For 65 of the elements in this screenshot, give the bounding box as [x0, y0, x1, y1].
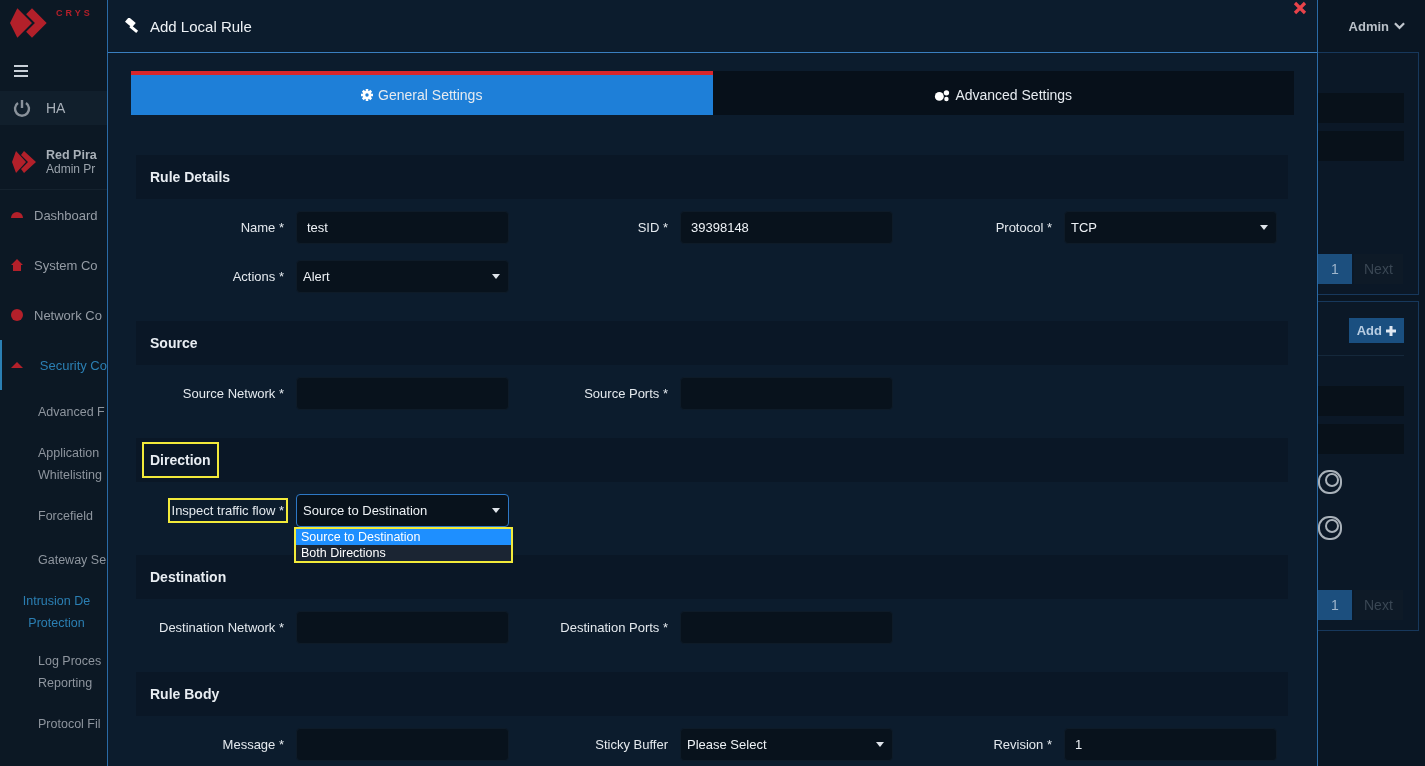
submenu-item[interactable]: Protocol Fil	[0, 702, 107, 746]
field-label: Actions *	[231, 268, 285, 286]
submenu-item[interactable]: Forcefield	[0, 494, 107, 538]
section-title: Rule Body	[149, 685, 221, 704]
select-field[interactable]: TCP	[1064, 211, 1277, 244]
tab[interactable]: Advanced Settings	[712, 71, 1294, 115]
user-menu[interactable]: Admin	[1318, 0, 1425, 52]
section-title: Direction	[142, 442, 219, 478]
close-icon[interactable]	[1293, 1, 1307, 15]
brand-text: CRYS	[56, 8, 93, 18]
section-title: Destination	[149, 568, 228, 587]
caret-icon	[1260, 225, 1268, 230]
submenu-item[interactable]: Advanced F	[0, 390, 107, 434]
text-field[interactable]: 39398148	[680, 211, 893, 244]
section-title: Source	[149, 334, 199, 353]
gear-icon	[361, 89, 374, 101]
section-title: Rule Details	[149, 168, 232, 187]
field-label: Destination Network *	[158, 619, 285, 637]
select-field[interactable]: Alert	[296, 260, 509, 293]
hammer-icon	[124, 18, 140, 34]
field-label: Revision *	[992, 736, 1053, 754]
select-field[interactable]: Please Select	[680, 728, 893, 761]
page-button[interactable]: 1	[1318, 590, 1352, 620]
field-label: Source Ports *	[583, 385, 669, 403]
page-button[interactable]: 1	[1318, 254, 1352, 284]
field-label: Source Network *	[181, 385, 285, 403]
submenu-item[interactable]: Log Proces Reporting	[0, 642, 107, 702]
ha-label: HA	[46, 100, 66, 116]
menu-item[interactable]: System Co	[0, 240, 107, 290]
menu-item[interactable]: Dashboard	[0, 190, 107, 240]
dialog-title: Add Local Rule	[150, 17, 252, 35]
field-label: Inspect traffic flow *	[167, 498, 288, 523]
menu-item[interactable]: Network Co	[0, 290, 107, 340]
dropdown-option[interactable]: Both Directions	[296, 545, 511, 561]
filter-field[interactable]	[1318, 424, 1404, 454]
text-field[interactable]: 1	[1064, 728, 1277, 761]
field-label: Name *	[239, 219, 285, 237]
submenu-item[interactable]: Gateway Se	[0, 538, 107, 582]
globe-icon	[10, 308, 24, 322]
ha-bar[interactable]: HA	[0, 91, 107, 125]
profile-name: Red Pira	[46, 148, 97, 162]
add-button[interactable]: Add	[1348, 318, 1404, 343]
caret-icon	[876, 742, 884, 747]
dropdown-option[interactable]: Source to Destination	[296, 529, 511, 545]
field-label: Message *	[221, 736, 285, 754]
tab[interactable]: General Settings	[131, 71, 713, 115]
field-label: SID *	[636, 219, 669, 237]
profile-role: Admin Pr	[46, 162, 97, 176]
submenu-item[interactable]: Intrusion De Protection	[0, 582, 107, 642]
chevron-icon	[1394, 22, 1405, 30]
caret-icon	[492, 508, 500, 513]
menu-icon[interactable]	[14, 65, 28, 77]
caret-icon	[492, 274, 500, 279]
submenu-item[interactable]: Application Whitelisting	[0, 434, 107, 494]
house-icon	[10, 258, 24, 272]
select-field[interactable]: Source to Destination	[296, 494, 509, 527]
field-label: Protocol *	[994, 219, 1053, 237]
field-label: Sticky Buffer	[594, 736, 669, 754]
power-icon	[12, 98, 32, 118]
search-field[interactable]	[1318, 93, 1404, 123]
field-label: Destination Ports *	[559, 619, 669, 637]
text-field[interactable]: test	[296, 211, 509, 244]
filter-field[interactable]	[1318, 131, 1404, 161]
search-field[interactable]	[1318, 386, 1404, 416]
plus-icon	[1386, 325, 1396, 336]
